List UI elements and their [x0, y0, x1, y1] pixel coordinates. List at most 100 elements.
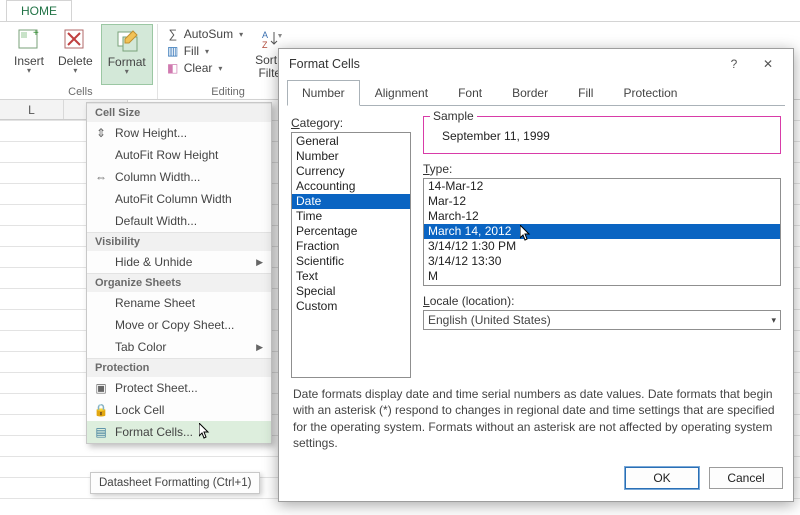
menu-default-width[interactable]: Default Width... [87, 210, 271, 232]
autosum-label: AutoSum [184, 27, 233, 41]
chevron-down-icon: ▾ [73, 68, 77, 74]
dialog-title: Format Cells [289, 57, 360, 71]
dialog-button-row: OK Cancel [279, 457, 793, 501]
list-item-selected[interactable]: March 14, 2012 [424, 224, 780, 239]
tab-alignment[interactable]: Alignment [360, 80, 443, 106]
clear-button[interactable]: ◧ Clear ▾ [162, 60, 247, 76]
format-icon [113, 27, 141, 55]
close-button[interactable]: ✕ [751, 52, 785, 76]
group-cells: + Insert ▾ Delete ▾ Format ▾ Cells [4, 24, 158, 99]
ribbon-tab-strip: HOME [0, 0, 800, 22]
locale-label: Locale (location): [423, 294, 781, 308]
menu-tab-color[interactable]: Tab Color ▶ [87, 336, 271, 358]
chevron-down-icon: ▾ [218, 64, 222, 73]
submenu-arrow-icon: ▶ [256, 342, 263, 353]
menu-section-visibility: Visibility [87, 232, 271, 251]
list-item[interactable]: March-12 [424, 209, 780, 224]
column-header[interactable]: L [0, 100, 64, 119]
help-button[interactable]: ? [717, 52, 751, 76]
lock-icon: 🔒 [93, 403, 109, 417]
delete-button[interactable]: Delete ▾ [52, 24, 99, 85]
format-description: Date formats display date and time seria… [291, 378, 781, 451]
menu-format-cells[interactable]: ▤ Format Cells... [87, 421, 271, 443]
menu-row-height[interactable]: ⇕ Row Height... [87, 122, 271, 144]
list-item[interactable]: Percentage [292, 224, 410, 239]
delete-cells-icon [61, 26, 89, 54]
category-label: Category: [291, 116, 411, 130]
tab-home[interactable]: HOME [6, 0, 72, 21]
fill-down-icon: ▥ [166, 44, 180, 58]
menu-lock-cell[interactable]: 🔒 Lock Cell [87, 399, 271, 421]
format-cells-icon: ▤ [93, 425, 109, 439]
svg-text:+: + [33, 28, 39, 39]
list-item[interactable]: 3/14/12 13:30 [424, 254, 780, 269]
format-dropdown-menu: Cell Size ⇕ Row Height... AutoFit Row He… [86, 102, 272, 444]
list-item[interactable]: Text [292, 269, 410, 284]
ok-button[interactable]: OK [625, 467, 699, 489]
list-item[interactable]: Number [292, 149, 410, 164]
sample-label: Sample [430, 109, 477, 123]
list-item[interactable]: Fraction [292, 239, 410, 254]
fill-label: Fill [184, 44, 199, 58]
menu-hide-unhide[interactable]: Hide & Unhide ▶ [87, 251, 271, 273]
tab-fill[interactable]: Fill [563, 80, 608, 106]
list-item[interactable]: Special [292, 284, 410, 299]
group-label-cells: Cells [8, 85, 153, 99]
menu-autofit-row[interactable]: AutoFit Row Height [87, 144, 271, 166]
chevron-down-icon: ▾ [27, 68, 31, 74]
list-item[interactable]: Time [292, 209, 410, 224]
group-label-editing: Editing [162, 85, 295, 99]
clear-label: Clear [184, 61, 213, 75]
list-item[interactable]: Custom [292, 299, 410, 314]
row-height-icon: ⇕ [93, 126, 109, 140]
help-icon: ? [731, 57, 738, 71]
dialog-tabs: Number Alignment Font Border Fill Protec… [279, 79, 793, 105]
sample-box: Sample September 11, 1999 [423, 116, 781, 154]
tab-border[interactable]: Border [497, 80, 563, 106]
tab-protection[interactable]: Protection [608, 80, 692, 106]
list-item[interactable]: Mar-12 [424, 194, 780, 209]
list-item[interactable]: Currency [292, 164, 410, 179]
category-list[interactable]: General Number Currency Accounting Date … [291, 132, 411, 378]
list-item[interactable]: Accounting [292, 179, 410, 194]
format-cells-dialog: Format Cells ? ✕ Number Alignment Font B… [278, 48, 794, 502]
shield-icon: ▣ [93, 381, 109, 395]
list-item[interactable]: Scientific [292, 254, 410, 269]
sample-value: September 11, 1999 [434, 123, 770, 143]
format-button[interactable]: Format ▾ [101, 24, 153, 85]
menu-move-copy-sheet[interactable]: Move or Copy Sheet... [87, 314, 271, 336]
chevron-down-icon: ▾ [205, 47, 209, 56]
submenu-arrow-icon: ▶ [256, 257, 263, 268]
menu-section-cell-size: Cell Size [87, 103, 271, 122]
col-width-icon: ⇔ [93, 170, 109, 184]
close-icon: ✕ [763, 57, 773, 71]
cursor-icon [199, 423, 211, 441]
fill-button[interactable]: ▥ Fill ▾ [162, 43, 247, 59]
list-item[interactable]: 14-Mar-12 [424, 179, 780, 194]
locale-select[interactable]: English (United States) ▾ [423, 310, 781, 330]
menu-protect-sheet[interactable]: ▣ Protect Sheet... [87, 377, 271, 399]
tooltip: Datasheet Formatting (Ctrl+1) [90, 472, 260, 494]
tab-number[interactable]: Number [287, 80, 360, 106]
menu-autofit-col[interactable]: AutoFit Column Width [87, 188, 271, 210]
chevron-down-icon: ▾ [125, 69, 129, 75]
list-item[interactable]: General [292, 134, 410, 149]
cancel-button[interactable]: Cancel [709, 467, 783, 489]
sigma-icon: ∑ [166, 27, 180, 41]
tab-font[interactable]: Font [443, 80, 497, 106]
menu-column-width[interactable]: ⇔ Column Width... [87, 166, 271, 188]
menu-rename-sheet[interactable]: Rename Sheet [87, 292, 271, 314]
type-list[interactable]: 14-Mar-12 Mar-12 March-12 March 14, 2012… [423, 178, 781, 286]
autosum-button[interactable]: ∑ AutoSum ▾ [162, 26, 247, 42]
menu-section-protection: Protection [87, 358, 271, 377]
eraser-icon: ◧ [166, 61, 180, 75]
svg-text:Z: Z [262, 40, 268, 50]
dialog-titlebar[interactable]: Format Cells ? ✕ [279, 49, 793, 79]
svg-text:A: A [262, 30, 268, 40]
chevron-down-icon: ▾ [771, 315, 776, 326]
type-label: Type: [423, 162, 781, 176]
list-item-selected[interactable]: Date [292, 194, 410, 209]
list-item[interactable]: 3/14/12 1:30 PM [424, 239, 780, 254]
insert-button[interactable]: + Insert ▾ [8, 24, 50, 85]
list-item[interactable]: M [424, 269, 780, 284]
